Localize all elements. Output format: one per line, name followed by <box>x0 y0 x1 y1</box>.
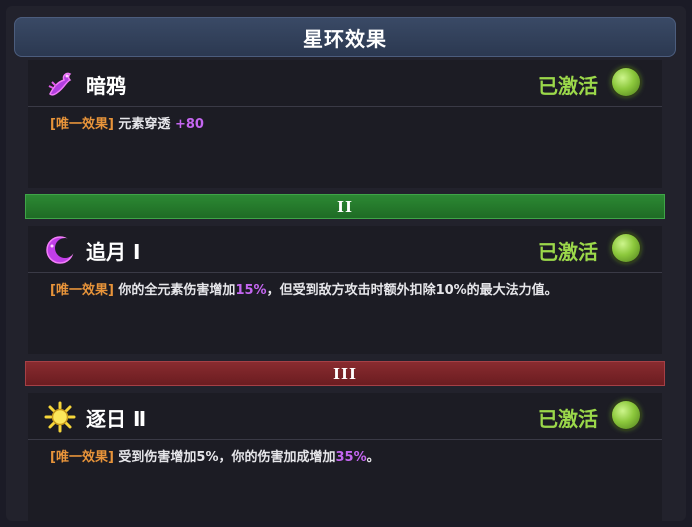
desc-value: +80 <box>174 117 204 132</box>
desc-text-tail: 。 <box>366 450 380 465</box>
tier-divider-2: II <box>25 194 665 219</box>
panel-title: 星环效果 <box>14 17 676 57</box>
desc-text: 你的全元素伤害增加 <box>118 283 236 298</box>
status-label: 已激活 <box>538 407 598 431</box>
desc-text: 受到伤害增加5%，你的伤害加成增加 <box>118 450 336 465</box>
crescent-moon-icon <box>46 236 75 264</box>
section-title: 逐日 Ⅱ <box>86 407 147 431</box>
crow-icon <box>48 72 72 96</box>
unique-effect-tag: [唯一效果] <box>50 450 114 465</box>
status-orb-icon <box>612 401 640 429</box>
effect-section-crow: 暗鸦 已激活 [唯一效果] 元素穿透 +80 <box>28 60 662 188</box>
effect-description: [唯一效果] 你的全元素伤害增加15%，但受到敌方攻击时额外扣除10%的最大法力… <box>28 273 662 300</box>
unique-effect-tag: [唯一效果] <box>50 283 114 298</box>
section-title: 追月 Ⅰ <box>86 240 141 264</box>
status-orb-icon <box>612 68 640 96</box>
effect-description: [唯一效果] 元素穿透 +80 <box>28 107 662 134</box>
effect-section-moon: 追月 Ⅰ 已激活 [唯一效果] 你的全元素伤害增加15%，但受到敌方攻击时额外扣… <box>28 226 662 354</box>
status-orb-icon <box>612 234 640 262</box>
section-header: 暗鸦 已激活 <box>28 60 662 107</box>
section-header: 逐日 Ⅱ 已激活 <box>28 393 662 440</box>
effect-description: [唯一效果] 受到伤害增加5%，你的伤害加成增加35%。 <box>28 440 662 467</box>
desc-value: 35% <box>335 450 367 465</box>
desc-text-tail: ，但受到敌方攻击时额外扣除10%的最大法力值。 <box>266 283 558 298</box>
desc-value: 15% <box>235 283 267 298</box>
section-title: 暗鸦 <box>86 74 126 98</box>
effect-section-sun: 逐日 Ⅱ 已激活 [唯一效果] 受到伤害增加5%，你的伤害加成增加35%。 <box>28 393 662 521</box>
desc-text: 元素穿透 <box>118 117 175 132</box>
unique-effect-tag: [唯一效果] <box>50 117 114 132</box>
status-label: 已激活 <box>538 240 598 264</box>
status-label: 已激活 <box>538 74 598 98</box>
section-header: 追月 Ⅰ 已激活 <box>28 226 662 273</box>
tier-divider-3: III <box>25 361 665 386</box>
sun-icon <box>44 401 76 433</box>
